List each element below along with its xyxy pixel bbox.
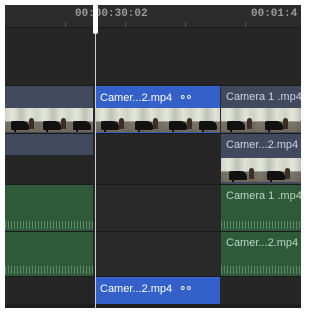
clip-label: Camera 1 .mp4 <box>226 91 301 103</box>
playhead-line <box>95 5 96 308</box>
timeline-ruler[interactable]: 00:00:30:02 00:01:4 <box>5 5 301 28</box>
audio-waveform <box>221 221 301 229</box>
horizontal-scrollbar[interactable] <box>5 304 301 308</box>
audio-clip-left-bottom[interactable] <box>5 232 93 276</box>
empty-track-area <box>5 28 301 85</box>
video-thumbnail-strip <box>95 108 220 132</box>
clip-label: Camera 1 .mp4 <box>226 190 301 202</box>
selected-audio-clip[interactable]: Camer...2.mp4 ⚬⚬ <box>95 277 220 304</box>
clip-label: Camer...2.mp4 <box>226 237 299 249</box>
timeline[interactable]: 00:00:30:02 00:01:4 Camer...2.mp4 ⚬⚬ Came… <box>5 5 301 308</box>
audio-clip-camera-2[interactable]: Camer...2.mp4 <box>221 232 301 276</box>
link-icon: ⚬⚬ <box>178 283 194 295</box>
video-clip-left-lower[interactable] <box>5 134 93 155</box>
video-clip-camera-2[interactable]: Camer...2.mp4 <box>221 134 301 184</box>
ruler-tick <box>185 22 186 27</box>
video-clip-left[interactable] <box>5 86 93 133</box>
ruler-tick <box>125 22 126 27</box>
ruler-tick <box>65 22 66 27</box>
audio-clip-left-top[interactable] <box>5 185 93 231</box>
ruler-tick <box>245 22 246 27</box>
timecode-marker: 00:01:4 <box>251 8 298 20</box>
video-thumbnail-strip <box>5 108 93 132</box>
playhead-handle[interactable] <box>93 5 98 34</box>
audio-waveform <box>5 221 93 229</box>
clip-label: Camer...2.mp4 ⚬⚬ <box>100 283 194 295</box>
video-clip-camera-1[interactable]: Camera 1 .mp4 <box>221 86 301 133</box>
link-icon: ⚬⚬ <box>178 92 194 104</box>
timecode-current: 00:00:30:02 <box>75 8 148 20</box>
selected-video-clip[interactable]: Camer...2.mp4 ⚬⚬ <box>95 86 220 133</box>
video-thumbnail-strip <box>221 158 301 182</box>
clip-label: Camer...2.mp4 ⚬⚬ <box>100 92 194 104</box>
clip-label: Camer...2.mp4 <box>226 139 299 151</box>
video-thumbnail-strip <box>221 108 301 132</box>
audio-waveform <box>221 266 301 274</box>
audio-clip-camera-1[interactable]: Camera 1 .mp4 <box>221 185 301 231</box>
audio-waveform <box>5 266 93 274</box>
